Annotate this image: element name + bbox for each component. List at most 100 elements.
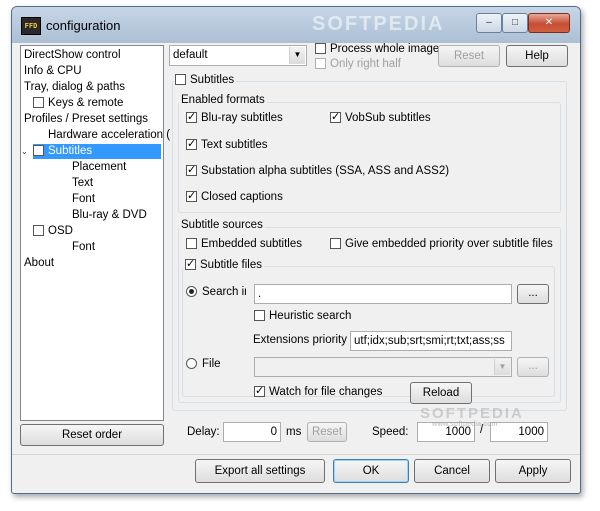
process-whole-image-option[interactable]: Process whole image [315,43,439,55]
embedded-priority-label: Give embedded priority over subtitle fil… [345,238,553,250]
tree-item-label: OSD [48,225,73,237]
only-right-half-checkbox[interactable] [315,58,326,69]
embedded-priority-checkbox[interactable] [330,238,341,249]
keys-remote-checkbox[interactable] [33,97,44,108]
title-bar[interactable]: FFD configuration SOFTPEDIA – □ ✕ [12,7,580,43]
file-option[interactable]: File [186,358,221,370]
delay-unit: ms [286,426,302,438]
cancel-button[interactable]: Cancel [414,459,490,483]
export-all-settings-button[interactable]: Export all settings [195,459,325,483]
ssa-subtitles-checkbox[interactable] [186,163,197,176]
tree-item-tray-dialog-paths[interactable]: Tray, dialog & paths [24,80,125,95]
process-whole-image-label: Process whole image [330,43,440,55]
subtitles-checkbox[interactable] [175,74,186,85]
heuristic-search-checkbox[interactable] [254,310,265,321]
heuristic-search-label: Heuristic search [269,310,352,322]
search-in-label: Search in [202,286,246,298]
speed-denominator-input[interactable]: 1000 [490,422,548,442]
embedded-subtitles-checkbox[interactable] [186,238,197,249]
heuristic-search-option[interactable]: Heuristic search [254,310,351,322]
closed-captions-option[interactable]: Closed captions [186,189,283,203]
embedded-priority-option[interactable]: Give embedded priority over subtitle fil… [330,238,553,250]
browse-search-path-button[interactable]: ... [517,284,549,304]
tree-item-keys-remote[interactable]: Keys & remote [33,96,123,111]
tree-item-profiles-presets[interactable]: Profiles / Preset settings [24,112,148,127]
preset-select[interactable]: default ▼ [169,45,307,66]
speed-label: Speed: [372,426,409,438]
closed-captions-checkbox[interactable] [186,189,197,202]
file-select[interactable]: ▼ [254,357,512,377]
watermark-top: SOFTPEDIA [312,13,445,35]
tree-item-info-cpu[interactable]: Info & CPU [24,64,82,79]
text-subtitles-label: Text subtitles [201,139,268,151]
ssa-subtitles-option[interactable]: Substation alpha subtitles (SSA, ASS and… [186,163,449,177]
bluray-subtitles-option[interactable]: Blu-ray subtitles [186,110,283,124]
watermark-bottom: SOFTPEDIA [420,405,524,422]
embedded-subtitles-label: Embedded subtitles [201,238,303,250]
tree-item-subtitles[interactable]: ⌄ Subtitles [21,144,161,159]
help-button[interactable]: Help [506,45,568,67]
chevron-down-icon[interactable]: ▼ [289,47,305,64]
embedded-subtitles-option[interactable]: Embedded subtitles [186,238,302,250]
reset-order-button[interactable]: Reset order [20,424,164,446]
tree-item-hardware-acceleration[interactable]: Hardware acceleration ( [48,128,170,143]
tree-item-label: Keys & remote [48,97,124,109]
text-subtitles-option[interactable]: Text subtitles [186,137,268,151]
search-path-input[interactable]: . [254,284,512,304]
subtitles-tree-checkbox[interactable] [33,145,44,156]
subtitle-files-checkbox[interactable] [185,257,196,270]
delay-label: Delay: [187,426,220,438]
preset-value: default [173,49,208,61]
vobsub-subtitles-option[interactable]: VobSub subtitles [330,110,431,124]
closed-captions-label: Closed captions [201,191,283,203]
search-in-option[interactable]: Search in [186,286,246,298]
enabled-formats-title: Enabled formats [179,94,267,106]
subtitle-files-enable[interactable]: Subtitle files [183,257,265,271]
only-right-half-option[interactable]: Only right half [315,58,401,70]
tree-item-osd-font[interactable]: Font [72,240,95,255]
browse-file-button[interactable]: ... [517,357,549,377]
delay-reset-button[interactable]: Reset [307,422,347,442]
tree-item-osd[interactable]: OSD [33,224,73,239]
chevron-down-icon[interactable]: ⌄ [21,144,28,159]
maximize-button[interactable]: □ [502,13,528,33]
reset-button[interactable]: Reset [438,45,500,67]
subtitle-sources-title: Subtitle sources [179,219,265,231]
tree-item-directshow-control[interactable]: DirectShow control [24,48,121,63]
minimize-button[interactable]: – [476,13,502,33]
tree-item-font[interactable]: Font [72,192,95,207]
file-radio[interactable] [186,358,197,369]
close-button[interactable]: ✕ [528,13,570,33]
watch-file-changes-checkbox[interactable] [254,384,265,397]
process-whole-image-checkbox[interactable] [315,43,326,54]
file-label: File [202,358,221,370]
tree-item-bluray-dvd[interactable]: Blu-ray & DVD [72,208,147,223]
vobsub-subtitles-checkbox[interactable] [330,110,341,123]
window-title: configuration [46,18,121,33]
bluray-subtitles-checkbox[interactable] [186,110,197,123]
only-right-half-label: Only right half [330,58,401,70]
subtitles-enable[interactable]: Subtitles [173,74,237,86]
delay-input[interactable]: 0 [223,422,281,442]
bluray-subtitles-label: Blu-ray subtitles [201,112,283,124]
ok-button[interactable]: OK [333,459,409,483]
apply-button[interactable]: Apply [495,459,571,483]
settings-tree[interactable]: DirectShow control Info & CPU Tray, dial… [20,45,170,421]
osd-checkbox[interactable] [33,225,44,236]
extensions-priority-input[interactable]: utf;idx;sub;srt;smi;rt;txt;ass;ss [350,331,512,351]
vobsub-subtitles-label: VobSub subtitles [345,112,431,124]
subtitles-label: Subtitles [190,74,235,86]
tree-item-text[interactable]: Text [72,176,93,191]
text-subtitles-checkbox[interactable] [186,137,197,150]
watch-file-changes-option[interactable]: Watch for file changes [254,384,382,398]
chevron-down-icon[interactable]: ▼ [494,359,510,375]
subtitle-files-label: Subtitle files [200,259,263,271]
extensions-priority-label: Extensions priority [253,334,347,346]
app-icon: FFD [21,17,41,35]
tree-item-about[interactable]: About [24,256,54,271]
tree-item-label: Subtitles [48,145,93,157]
search-in-radio[interactable] [186,286,197,297]
reload-button[interactable]: Reload [410,382,472,404]
watermark-bottom-url: www.softpedia.com [432,421,498,428]
tree-item-placement[interactable]: Placement [72,160,126,175]
